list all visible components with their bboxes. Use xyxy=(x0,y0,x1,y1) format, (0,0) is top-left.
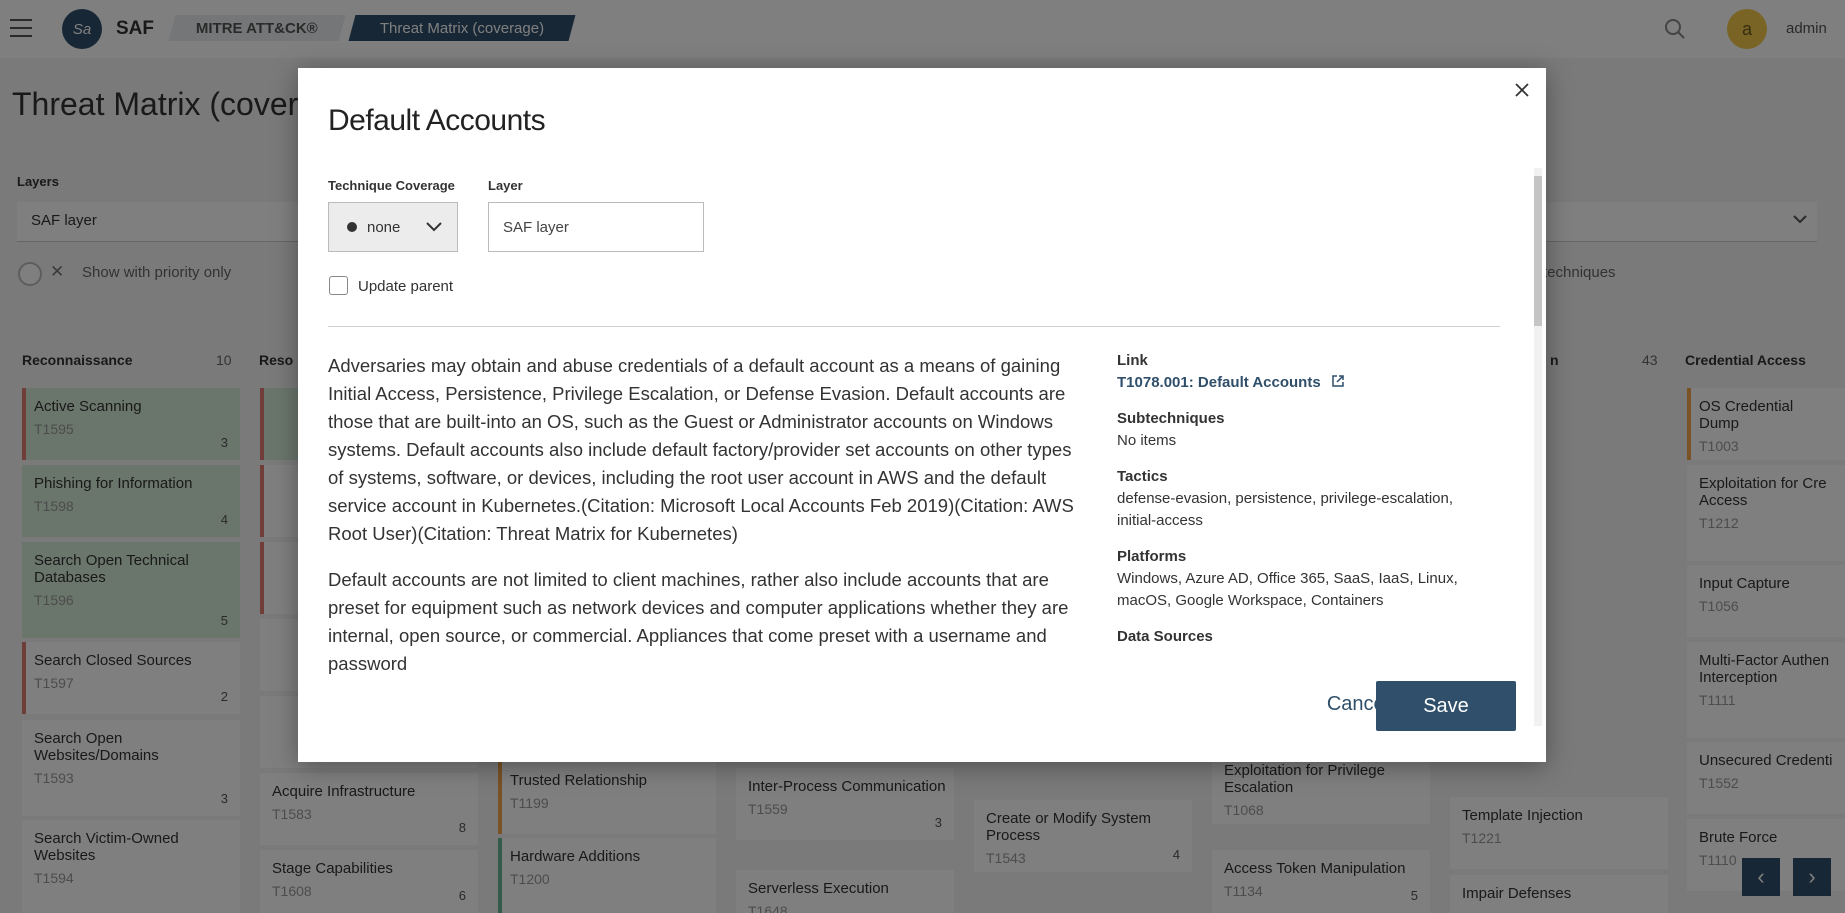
save-button[interactable]: Save xyxy=(1376,681,1516,731)
link-label: Link xyxy=(1117,352,1148,369)
layer-field[interactable]: SAF layer xyxy=(488,202,704,252)
dialog-scrollbar[interactable] xyxy=(1534,168,1542,726)
update-parent-checkbox[interactable] xyxy=(329,276,348,295)
status-dot xyxy=(347,222,357,232)
divider xyxy=(328,326,1500,327)
technique-dialog: Default Accounts Technique Coverage Laye… xyxy=(298,68,1546,762)
link-row: T1078.001: Default Accounts xyxy=(1117,372,1487,394)
scrollbar-thumb[interactable] xyxy=(1534,176,1542,326)
technique-details: Link T1078.001: Default Accounts Subtech… xyxy=(1117,352,1487,648)
external-link-icon[interactable] xyxy=(1331,374,1345,388)
tactics-label: Tactics xyxy=(1117,468,1168,485)
technique-link[interactable]: T1078.001: Default Accounts xyxy=(1117,374,1321,391)
platforms-value: Windows, Azure AD, Office 365, SaaS, Iaa… xyxy=(1117,570,1458,609)
data-sources-label: Data Sources xyxy=(1117,628,1213,645)
platforms-label: Platforms xyxy=(1117,548,1187,565)
dialog-title: Default Accounts xyxy=(328,104,546,137)
app-root: Sa SAF MITRE ATT&CK® Threat Matrix (cove… xyxy=(0,0,1845,913)
coverage-value: none xyxy=(367,218,401,236)
coverage-select[interactable]: none xyxy=(328,202,458,252)
description-paragraph: Adversaries may obtain and abuse credent… xyxy=(328,355,1074,544)
coverage-label: Technique Coverage xyxy=(328,178,455,193)
chevron-down-icon xyxy=(426,222,442,232)
layer-label: Layer xyxy=(488,178,523,193)
subtechniques-label: Subtechniques xyxy=(1117,410,1225,427)
subtechniques-value: No items xyxy=(1117,432,1177,449)
update-parent-label: Update parent xyxy=(358,278,454,295)
close-button[interactable] xyxy=(1508,76,1536,104)
technique-description: Adversaries may obtain and abuse credent… xyxy=(328,352,1088,696)
description-paragraph: Default accounts are not limited to clie… xyxy=(328,569,1069,674)
tactics-value: defense-evasion, persistence, privilege-… xyxy=(1117,490,1454,529)
close-icon xyxy=(1515,83,1529,97)
dialog-content[interactable]: Adversaries may obtain and abuse credent… xyxy=(328,352,1508,732)
